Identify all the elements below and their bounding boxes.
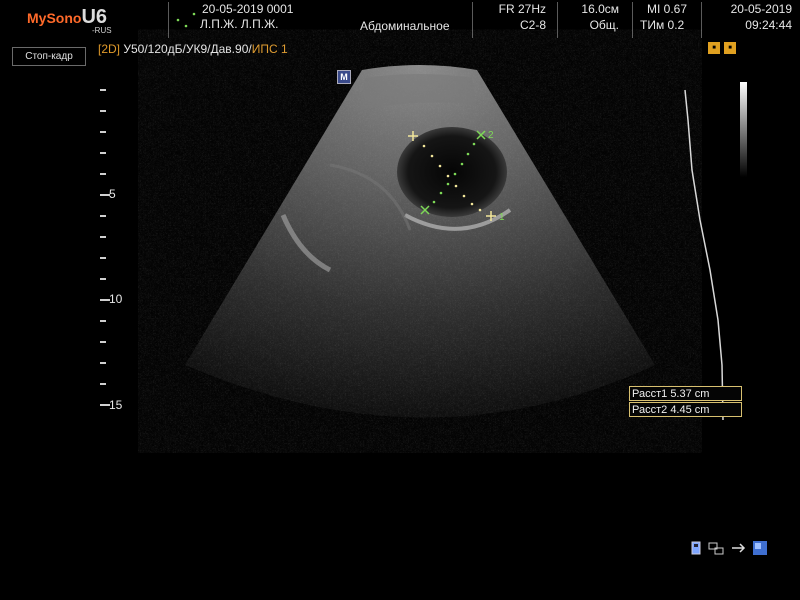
tgc-curve <box>684 89 724 421</box>
usb-icon[interactable] <box>688 540 704 556</box>
measurement-label: Расст1 <box>632 388 668 400</box>
cursor-dots <box>176 12 196 28</box>
measurement-value: 5.37 cm <box>670 388 710 400</box>
measurement-value: 4.45 cm <box>670 404 710 416</box>
caliper-1-label: 1 <box>499 212 505 223</box>
ruler-tick <box>100 257 106 259</box>
measurement-2: Расст2 4.45 cm <box>629 402 742 417</box>
caliper-2-label: 2 <box>488 130 494 141</box>
grayscale-bar <box>740 82 747 177</box>
ruler-tick <box>100 320 106 322</box>
measurement-1: Расст1 5.37 cm <box>629 386 742 401</box>
ruler-tick <box>100 278 106 280</box>
measurement-label: Расст2 <box>632 404 668 416</box>
orientation-marker-icon: M <box>337 70 351 84</box>
ruler-tick <box>100 236 106 238</box>
storage-icon[interactable] <box>752 540 768 556</box>
ruler-tick <box>100 89 106 91</box>
speckle-noise <box>185 65 655 418</box>
printer-icon[interactable] <box>730 540 746 556</box>
ruler-tick <box>100 383 106 385</box>
ruler-tick <box>100 131 106 133</box>
ruler-label: 10 <box>109 292 123 306</box>
ruler-label: 5 <box>109 187 116 201</box>
ruler-tick <box>100 362 106 364</box>
depth-ruler: 5 10 15 <box>97 80 137 420</box>
ruler-tick <box>100 173 106 175</box>
ruler-tick <box>100 215 106 217</box>
ruler-tick <box>100 152 106 154</box>
ruler-tick <box>100 341 106 343</box>
ruler-label: 15 <box>109 398 123 412</box>
ruler-tick <box>100 110 106 112</box>
network-icon[interactable] <box>708 540 724 556</box>
